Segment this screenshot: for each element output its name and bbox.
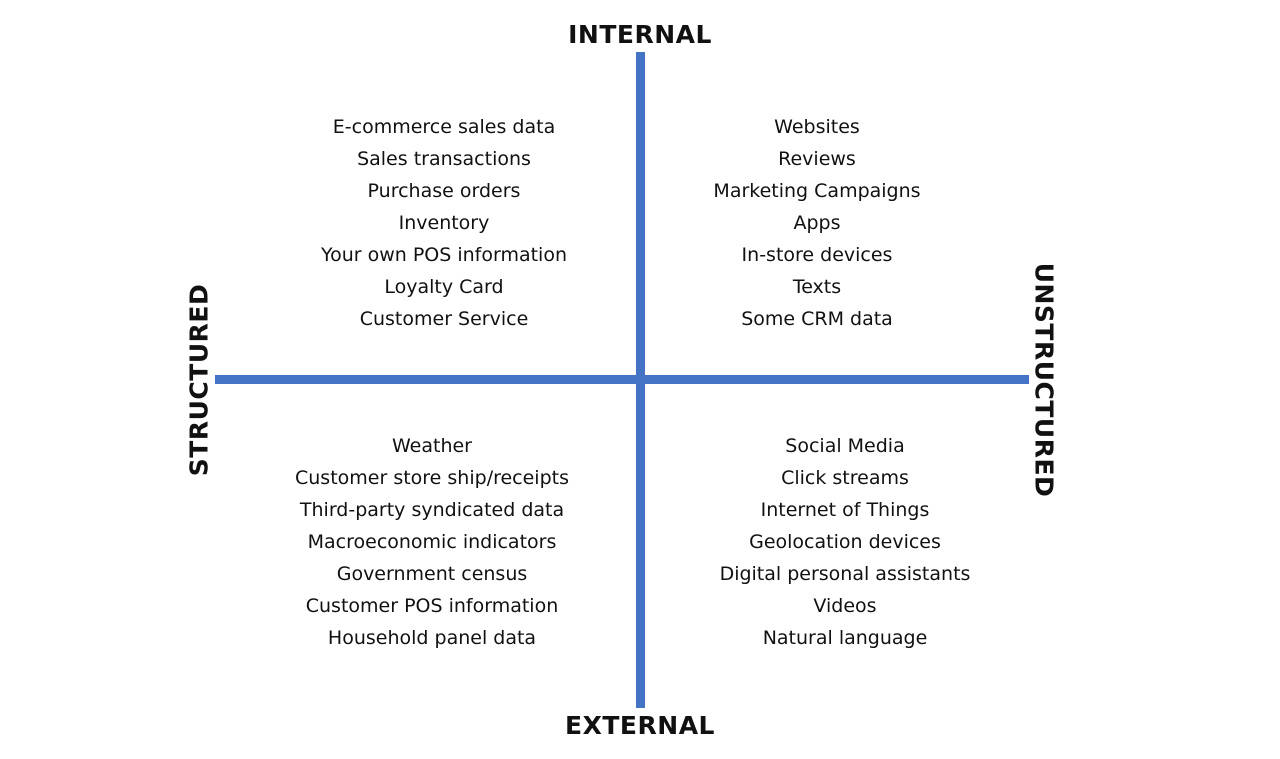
axis-label-internal: INTERNAL xyxy=(568,20,712,49)
quadrant-external-structured: Weather Customer store ship/receipts Thi… xyxy=(252,430,612,654)
list-item: Macroeconomic indicators xyxy=(307,531,557,553)
axis-label-external: EXTERNAL xyxy=(565,711,715,740)
list-item: Loyalty Card xyxy=(384,276,504,298)
list-item: Natural language xyxy=(762,627,928,649)
list-item: Click streams xyxy=(781,467,909,489)
list-item: Customer POS information xyxy=(305,595,559,617)
list-item: Reviews xyxy=(778,148,856,170)
list-item: Third-party syndicated data xyxy=(299,499,565,521)
list-item: E-commerce sales data xyxy=(332,116,556,138)
list-item: Some CRM data xyxy=(741,308,893,330)
quadrant-internal-structured: E-commerce sales data Sales transactions… xyxy=(264,111,624,335)
list-item: Inventory xyxy=(398,212,490,234)
list-item: Digital personal assistants xyxy=(719,563,971,585)
list-item: Your own POS information xyxy=(320,244,568,266)
list-item: Videos xyxy=(813,595,877,617)
list-item: Sales transactions xyxy=(357,148,531,170)
list-item: Marketing Campaigns xyxy=(713,180,921,202)
quadrant-internal-unstructured: Websites Reviews Marketing Campaigns App… xyxy=(637,111,997,335)
list-item: Apps xyxy=(793,212,841,234)
list-item: Weather xyxy=(392,435,472,457)
list-item: Customer Service xyxy=(359,308,529,330)
axis-label-unstructured: UNSTRUCTURED xyxy=(1029,262,1059,498)
list-item: Household panel data xyxy=(327,627,537,649)
list-item: In-store devices xyxy=(741,244,893,266)
list-item: Texts xyxy=(792,276,842,298)
axis-label-structured: STRUCTURED xyxy=(184,283,214,477)
list-item: Geolocation devices xyxy=(749,531,941,553)
list-item: Government census xyxy=(336,563,528,585)
list-item: Social Media xyxy=(785,435,905,457)
list-item: Purchase orders xyxy=(367,180,521,202)
quadrant-external-unstructured: Social Media Click streams Internet of T… xyxy=(665,430,1025,654)
list-item: Customer store ship/receipts xyxy=(294,467,569,489)
horizontal-axis xyxy=(215,375,1029,384)
list-item: Internet of Things xyxy=(760,499,930,521)
list-item: Websites xyxy=(774,116,860,138)
